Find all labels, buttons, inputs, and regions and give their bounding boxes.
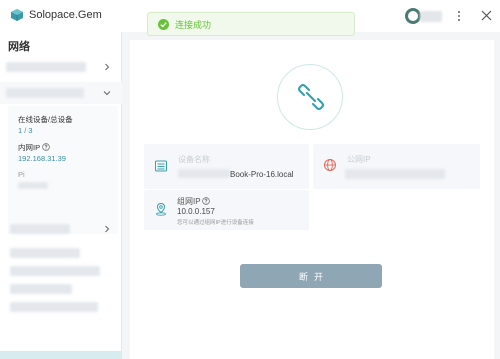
disconnect-button[interactable]: 断开 [240,264,382,288]
globe-icon [324,159,336,171]
network-name-redacted [10,224,70,234]
username-redacted [420,11,442,22]
device-name-label: 设备名称 [178,155,210,164]
public-ip-label: 公网IP [347,155,371,164]
app-logo-icon [11,9,23,21]
chevron-down-icon[interactable] [103,89,111,97]
public-ip-redacted [345,169,445,179]
redacted-row [10,266,100,276]
toast-message: 连接成功 [175,20,212,30]
redacted-row [10,248,80,258]
network-name-redacted [6,88,84,98]
main-panel: 设备名称 Book-Pro-16.local 公网IP 组网IP 10.0.0.… [130,40,494,359]
sidebar: 网络 在线设备/总设备 1 / 3 内网IP 192.168.31.39 Pi [0,32,122,359]
chevron-right-icon[interactable] [103,225,111,233]
location-pin-icon [156,202,166,216]
more-vertical-icon[interactable] [456,9,462,23]
device-name-card: 设备名称 Book-Pro-16.local [144,144,309,189]
link-icon [297,83,325,111]
redacted-row [10,284,72,294]
title-bar: Solopace.Gem 连接成功 [0,0,500,36]
help-icon[interactable] [42,143,50,151]
network-item-active[interactable] [0,82,122,104]
device-name-value: Book-Pro-16.local [230,170,294,179]
avatar-inner [408,11,418,21]
online-devices-label: 在线设备/总设备 [18,115,73,124]
lan-ip-card: 组网IP 10.0.0.157 您可以通过组网IP进行设备连接 [144,190,309,230]
success-toast: 连接成功 [147,12,355,36]
network-item[interactable] [0,56,122,78]
lan-ip-card-label: 组网IP [177,197,201,206]
chevron-right-icon[interactable] [103,63,111,71]
check-circle-icon [158,19,169,30]
network-detail-panel: 在线设备/总设备 1 / 3 内网IP 192.168.31.39 Pi [8,106,118,234]
online-devices-value: 1 / 3 [18,126,33,135]
device-name-redacted [178,169,230,178]
lan-ip-card-value: 10.0.0.157 [177,207,215,216]
public-ip-card: 公网IP [313,144,480,189]
lan-ip-value: 192.168.31.39 [18,154,66,163]
lan-ip-label: 内网IP [18,143,41,152]
extra-label: Pi [18,170,25,179]
network-name-redacted [6,62,86,72]
sidebar-footer-bar [0,351,122,359]
lan-ip-card-hint: 您可以通过组网IP进行设备连接 [177,220,254,226]
sidebar-title: 网络 [8,41,30,53]
redacted-row [10,302,98,312]
network-item[interactable] [0,218,122,240]
app-title: Solopace.Gem [29,9,102,21]
redacted-value [18,182,48,189]
device-list-icon [155,160,167,172]
help-icon[interactable] [202,197,210,205]
close-icon[interactable] [481,10,492,21]
